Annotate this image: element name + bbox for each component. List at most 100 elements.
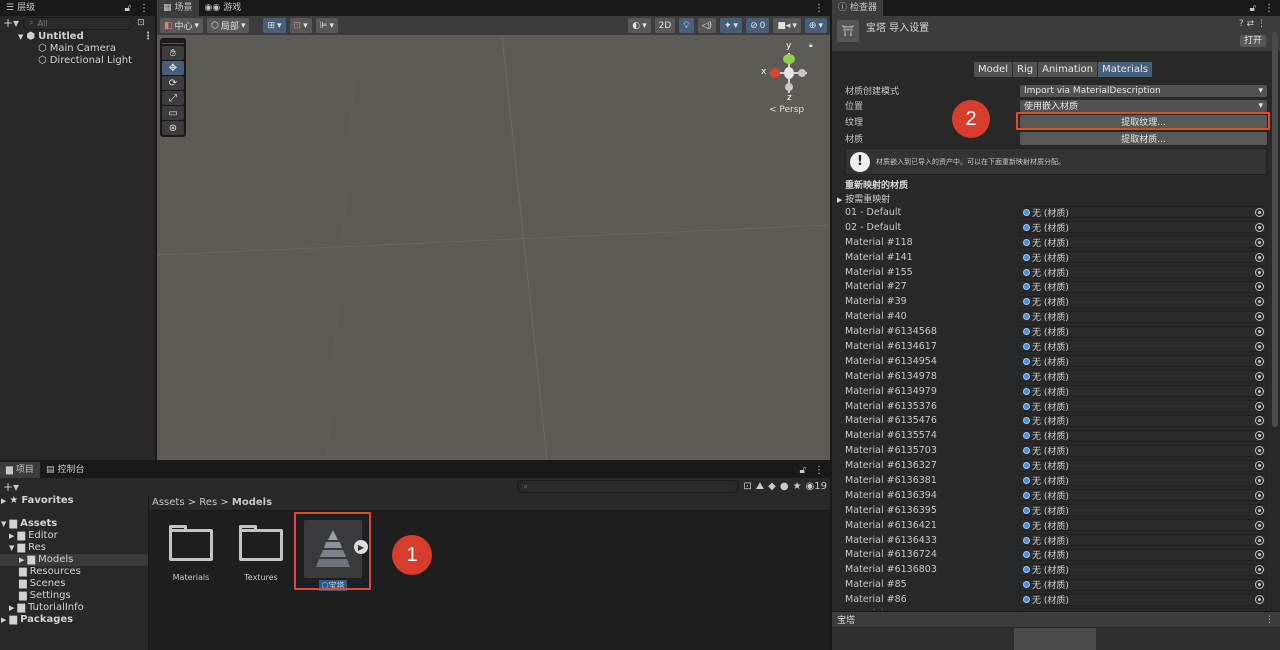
- search-scope-icon[interactable]: ⊡: [743, 481, 751, 492]
- material-object-field[interactable]: 无 (材质): [1019, 519, 1267, 532]
- tree-item[interactable]: ▆ Scenes: [0, 578, 148, 590]
- material-object-field[interactable]: 无 (材质): [1019, 221, 1267, 234]
- align-button[interactable]: ⊫ ▾: [315, 18, 338, 33]
- draw-mode-dropdown[interactable]: ◐ ▾: [628, 18, 651, 33]
- material-object-field[interactable]: 无 (材质): [1019, 340, 1267, 353]
- object-picker-icon[interactable]: [1255, 535, 1264, 545]
- tree-item[interactable]: ▆ Settings: [0, 590, 148, 602]
- audio-toggle[interactable]: ◁): [697, 18, 716, 33]
- tab-game[interactable]: ◉◉ 游戏: [199, 0, 248, 16]
- label-filter-icon[interactable]: ◆: [768, 481, 776, 492]
- material-creation-mode-dropdown[interactable]: Import via MaterialDescription ▾: [1020, 84, 1267, 97]
- increment-snap-button[interactable]: ⊡ ▾: [289, 18, 312, 33]
- tab-rig[interactable]: Rig: [1013, 62, 1039, 77]
- packages-row[interactable]: ▶ ▆ Packages: [0, 614, 148, 626]
- hierarchy-search[interactable]: ⌕ All: [23, 16, 134, 30]
- material-object-field[interactable]: 无 (材质): [1019, 593, 1267, 606]
- material-object-field[interactable]: 无 (材质): [1019, 280, 1267, 293]
- type-filter-icon[interactable]: ⛰︎: [756, 481, 764, 492]
- hand-tool[interactable]: ✋︎: [162, 46, 184, 60]
- gizmos-dropdown[interactable]: ⊕ ▾: [804, 18, 827, 33]
- tab-project[interactable]: ▆ 项目: [0, 462, 40, 478]
- more-icon[interactable]: ⋮: [814, 3, 824, 14]
- lock-icon[interactable]: 🔓︎: [125, 3, 131, 14]
- pivot-dropdown[interactable]: ◧ 中心 ▾: [160, 18, 204, 33]
- toggle-2d-button[interactable]: 2D: [654, 18, 676, 33]
- effects-dropdown[interactable]: ✦ ▾: [720, 18, 743, 33]
- move-tool[interactable]: ✥: [162, 61, 184, 75]
- object-picker-icon[interactable]: [1255, 252, 1264, 262]
- object-picker-icon[interactable]: [1255, 446, 1264, 456]
- material-object-field[interactable]: 无 (材质): [1019, 548, 1267, 561]
- object-picker-icon[interactable]: [1255, 490, 1264, 500]
- assets-row[interactable]: ▼ ▆ Assets: [0, 518, 148, 530]
- material-object-field[interactable]: 无 (材质): [1019, 474, 1267, 487]
- material-object-field[interactable]: 无 (材质): [1019, 563, 1267, 576]
- object-picker-icon[interactable]: [1255, 282, 1264, 292]
- tab-model[interactable]: Model: [974, 62, 1014, 77]
- persp-label[interactable]: < Persp: [769, 105, 804, 115]
- object-picker-icon[interactable]: [1255, 416, 1264, 426]
- breadcrumb-item[interactable]: Res: [199, 497, 217, 508]
- breadcrumb-item-current[interactable]: Models: [232, 497, 272, 508]
- space-dropdown[interactable]: ⬡ 局部 ▾: [207, 18, 250, 33]
- material-object-field[interactable]: 无 (材质): [1019, 429, 1267, 442]
- transform-tool[interactable]: ⊛: [162, 121, 184, 135]
- lock-icon[interactable]: 🔒︎: [809, 41, 813, 50]
- object-picker-icon[interactable]: [1255, 401, 1264, 411]
- material-object-field[interactable]: 无 (材质): [1019, 385, 1267, 398]
- material-object-field[interactable]: 无 (材质): [1019, 578, 1267, 591]
- material-object-field[interactable]: 无 (材质): [1019, 414, 1267, 427]
- material-object-field[interactable]: 无 (材质): [1019, 295, 1267, 308]
- more-icon[interactable]: ⋮: [814, 465, 824, 476]
- material-object-field[interactable]: 无 (材质): [1019, 266, 1267, 279]
- hierarchy-item[interactable]: ⬡ Main Camera: [20, 43, 155, 55]
- scale-tool[interactable]: ⤢: [162, 91, 184, 105]
- material-object-field[interactable]: 无 (材质): [1019, 310, 1267, 323]
- tab-materials[interactable]: Materials: [1098, 62, 1153, 77]
- tree-item[interactable]: ▶ ▆ Editor: [0, 530, 148, 542]
- breadcrumb-item[interactable]: Assets: [152, 497, 185, 508]
- material-object-field[interactable]: 无 (材质): [1019, 370, 1267, 383]
- location-dropdown[interactable]: 使用嵌入材质 ▾: [1020, 99, 1267, 112]
- tree-item[interactable]: ▼ ▆ Res: [0, 542, 148, 554]
- more-icon[interactable]: ⋮: [143, 31, 153, 43]
- visibility-toggle[interactable]: ⊘ 0: [746, 18, 770, 33]
- material-object-field[interactable]: 无 (材质): [1019, 489, 1267, 502]
- visibility-count[interactable]: ◉19: [806, 481, 827, 492]
- object-picker-icon[interactable]: [1255, 565, 1264, 575]
- extract-materials-button[interactable]: 提取材质...: [1020, 132, 1267, 145]
- asset-folder-materials[interactable]: Materials: [155, 525, 227, 582]
- material-object-field[interactable]: 无 (材质): [1019, 444, 1267, 457]
- more-icon[interactable]: ⋮: [1257, 19, 1266, 29]
- material-object-field[interactable]: 无 (材质): [1019, 355, 1267, 368]
- object-picker-icon[interactable]: [1255, 207, 1264, 217]
- object-picker-icon[interactable]: [1255, 580, 1264, 590]
- more-icon[interactable]: ⋮: [1264, 3, 1274, 14]
- hierarchy-item[interactable]: ⬡ Directional Light: [20, 55, 155, 67]
- rect-tool[interactable]: ▭: [162, 106, 184, 120]
- object-picker-icon[interactable]: [1255, 386, 1264, 396]
- material-object-field[interactable]: 无 (材质): [1019, 325, 1267, 338]
- object-picker-icon[interactable]: [1255, 222, 1264, 232]
- material-object-field[interactable]: 无 (材质): [1019, 251, 1267, 264]
- tab-scene[interactable]: ▦ 场景: [157, 0, 199, 16]
- asset-folder-textures[interactable]: Textures: [225, 525, 297, 582]
- tree-item-selected[interactable]: ▶ ▆ Models: [0, 554, 148, 566]
- project-search[interactable]: ⌕: [517, 480, 740, 493]
- orientation-gizmo[interactable]: y x z < Persp 🔒︎: [757, 41, 817, 116]
- camera-dropdown[interactable]: ■◂ ▾: [773, 18, 801, 33]
- object-picker-icon[interactable]: [1255, 356, 1264, 366]
- scrollbar[interactable]: [1272, 32, 1278, 427]
- help-icon[interactable]: ?: [1239, 19, 1244, 29]
- filter-icon[interactable]: ⊡: [137, 18, 145, 28]
- preset-icon[interactable]: ⇄: [1247, 19, 1255, 29]
- tree-item[interactable]: ▶ ▆ TutorialInfo: [0, 602, 148, 614]
- on-demand-remap-foldout[interactable]: ▶ 按需重映射: [837, 192, 890, 205]
- tab-console[interactable]: ▤ 控制台: [40, 462, 91, 478]
- object-picker-icon[interactable]: [1255, 237, 1264, 247]
- object-picker-icon[interactable]: [1255, 595, 1264, 605]
- lighting-toggle[interactable]: 💡︎: [679, 18, 694, 33]
- object-picker-icon[interactable]: [1255, 341, 1264, 351]
- more-icon[interactable]: ⋮: [1265, 615, 1274, 625]
